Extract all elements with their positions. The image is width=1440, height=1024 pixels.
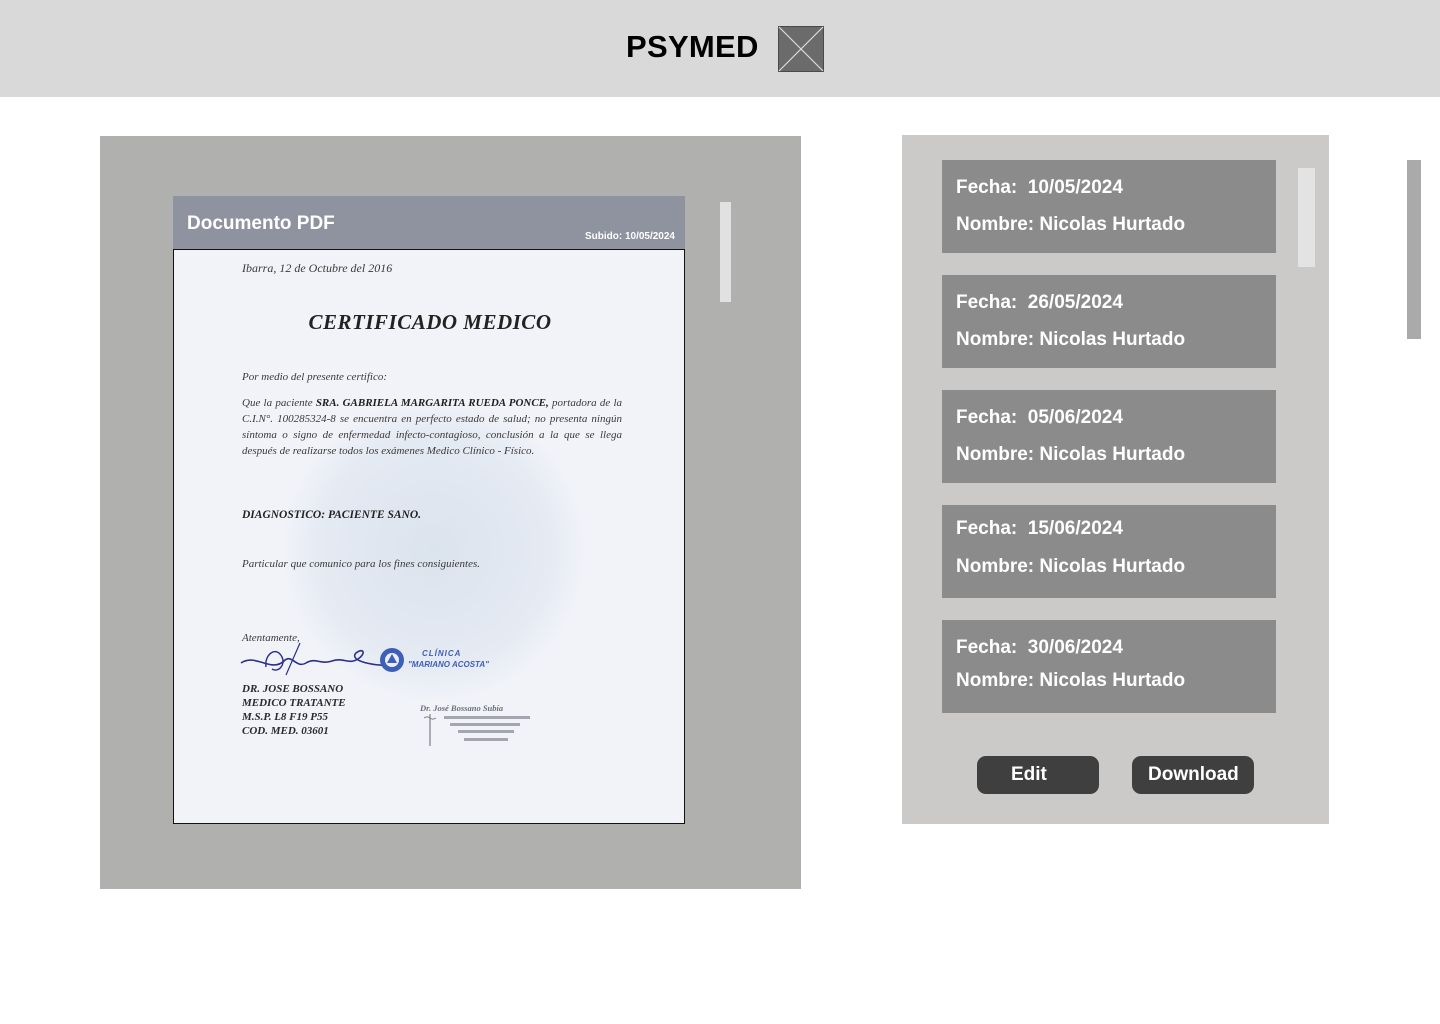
viewer-scrollbar[interactable]: [720, 202, 731, 302]
record-date: Fecha: 30/06/2024: [956, 637, 1123, 658]
record-name: Nombre: Nicolas Hurtado: [956, 444, 1186, 465]
page-scrollbar[interactable]: [1407, 160, 1421, 339]
record-card[interactable]: Fecha: 30/06/2024 Nombre: Nicolas Hurtad…: [942, 620, 1276, 713]
record-date: Fecha: 10/05/2024: [956, 177, 1123, 198]
doctor-line: MEDICO TRATANTE: [242, 697, 346, 709]
doctor-signature-block: DR. JOSE BOSSANO MEDICO TRATANTE M.S.P. …: [242, 682, 346, 738]
seal-text-name: "MARIANO ACOSTA": [408, 660, 489, 669]
image-placeholder-icon[interactable]: [778, 26, 824, 72]
records-panel: Fecha: 10/05/2024 Nombre: Nicolas Hurtad…: [902, 135, 1329, 824]
upload-date: Subido: 10/05/2024: [584, 231, 675, 242]
body-prefix: Que la paciente: [242, 397, 316, 409]
brand-title: PSYMED: [626, 29, 759, 64]
edit-button[interactable]: Edit: [977, 756, 1099, 794]
record-card[interactable]: Fecha: 10/05/2024 Nombre: Nicolas Hurtad…: [942, 160, 1276, 253]
record-name: Nombre: Nicolas Hurtado: [956, 329, 1186, 350]
top-header: PSYMED: [0, 0, 1440, 97]
medical-certificate: Ibarra, 12 de Octubre del 2016 CERTIFICA…: [174, 250, 684, 823]
certificate-body: Que la paciente SRA. GABRIELA MARGARITA …: [242, 395, 622, 459]
patient-name: SRA. GABRIELA MARGARITA RUEDA PONCE,: [315, 397, 549, 409]
records-scrollbar[interactable]: [1298, 168, 1315, 267]
record-name: Nombre: Nicolas Hurtado: [956, 214, 1186, 235]
record-card[interactable]: Fecha: 05/06/2024 Nombre: Nicolas Hurtad…: [942, 390, 1276, 483]
record-name: Nombre: Nicolas Hurtado: [956, 670, 1186, 691]
record-date: Fecha: 15/06/2024: [956, 518, 1123, 539]
document-header: Documento PDF Subido: 10/05/2024: [173, 196, 685, 249]
certificate-title: CERTIFICADO MEDICO: [308, 310, 552, 334]
record-card[interactable]: Fecha: 26/05/2024 Nombre: Nicolas Hurtad…: [942, 275, 1276, 368]
doctor-line: DR. JOSE BOSSANO: [242, 683, 344, 695]
download-button-label: Download: [1148, 764, 1239, 785]
seal-text-clinic: CLÍNICA: [422, 649, 461, 658]
clinic-seal: CLÍNICA "MARIANO ACOSTA": [380, 648, 489, 672]
record-date: Fecha: 26/05/2024: [956, 292, 1123, 313]
document-title: Documento PDF: [187, 213, 335, 234]
certificate-diagnosis: DIAGNOSTICO: PACIENTE SANO.: [242, 509, 422, 521]
download-button[interactable]: Download: [1132, 756, 1254, 794]
pdf-preview[interactable]: Ibarra, 12 de Octubre del 2016 CERTIFICA…: [173, 249, 685, 824]
certificate-closing: Particular que comunico para los fines c…: [242, 558, 480, 570]
doctor-line: COD. MED. 03601: [242, 725, 329, 737]
record-name: Nombre: Nicolas Hurtado: [956, 556, 1186, 577]
certificate-place-date: Ibarra, 12 de Octubre del 2016: [242, 261, 393, 275]
record-card[interactable]: Fecha: 15/06/2024 Nombre: Nicolas Hurtad…: [942, 505, 1276, 598]
stamp-name: Dr. José Bossano Subía: [419, 703, 504, 713]
record-date: Fecha: 05/06/2024: [956, 407, 1123, 428]
document-viewer-panel: Documento PDF Subido: 10/05/2024 Ibarra,…: [100, 136, 801, 889]
edit-button-label: Edit: [1011, 764, 1047, 785]
certificate-intro: Por medio del presente certifico:: [242, 371, 387, 383]
doctor-line: M.S.P. L8 F19 P55: [242, 711, 328, 723]
doctor-stamp: Dr. José Bossano Subía: [419, 703, 530, 746]
